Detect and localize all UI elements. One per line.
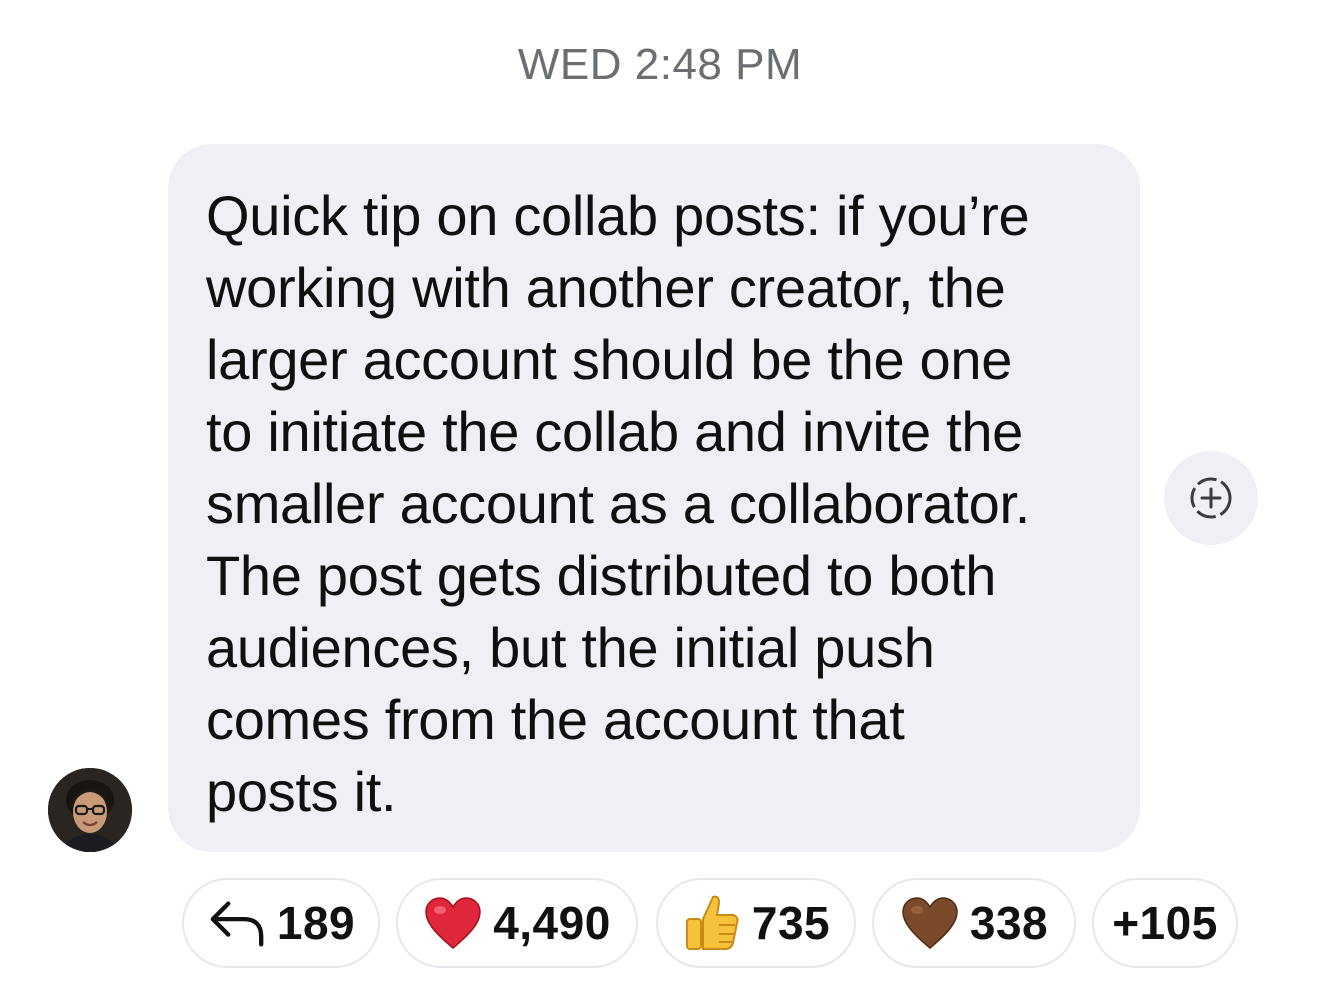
message-text: Quick tip on collab posts: if you’re wor…: [206, 184, 1031, 823]
reply-arrow-icon: [207, 893, 267, 953]
reaction-bar: 189 4,490 735 338 +105: [0, 878, 1320, 972]
reply-reaction-pill[interactable]: 189: [182, 878, 380, 968]
sender-avatar[interactable]: [48, 768, 132, 852]
red-heart-icon: [423, 893, 483, 953]
reply-count: 189: [276, 897, 356, 949]
red-heart-reaction-pill[interactable]: 4,490: [396, 878, 638, 968]
message-bubble[interactable]: Quick tip on collab posts: if you’re wor…: [168, 144, 1140, 852]
thumbs-up-count: 735: [751, 897, 831, 949]
brown-heart-icon: [900, 893, 960, 953]
message-timestamp: WED 2:48 PM: [517, 40, 803, 89]
brown-heart-reaction-pill[interactable]: 338: [872, 878, 1076, 968]
person-avatar-icon: [48, 768, 132, 852]
thumbs-up-reaction-pill[interactable]: 735: [656, 878, 856, 968]
add-reaction-icon: [1190, 477, 1232, 519]
brown-heart-count: 338: [969, 897, 1049, 949]
more-reactions-count: +105: [1112, 897, 1218, 949]
more-reactions-pill[interactable]: +105: [1092, 878, 1238, 968]
red-heart-count: 4,490: [493, 897, 611, 949]
add-reaction-button[interactable]: [1164, 451, 1258, 545]
thumbs-up-icon: [682, 893, 742, 953]
